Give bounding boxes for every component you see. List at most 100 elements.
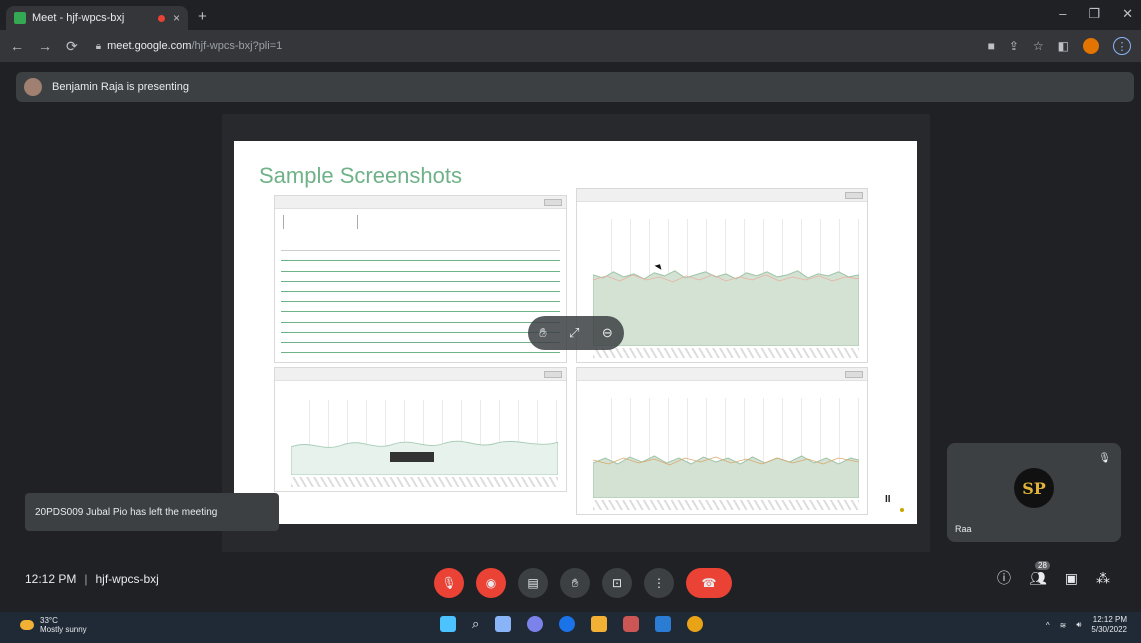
lock-icon: 🔒︎ <box>95 40 102 52</box>
weather-widget[interactable]: 33°C Mostly sunny <box>20 616 87 634</box>
participant-tile[interactable]: 🎙︎ SP Raa <box>947 443 1121 542</box>
system-tray: ^ ≋ 🔊︎ 12:12 PM 5/30/2022 <box>1046 615 1127 635</box>
profile-avatar[interactable] <box>1083 38 1099 54</box>
fullscreen-icon[interactable]: ⤢ <box>569 325 579 341</box>
more-options-button[interactable]: ⋮ <box>644 568 674 598</box>
mail-icon[interactable] <box>655 616 672 632</box>
task-view-icon[interactable] <box>495 616 512 632</box>
leave-call-button[interactable]: ☎︎ <box>686 568 732 598</box>
people-button[interactable]: 👥︎ 28 <box>1029 560 1050 587</box>
meeting-details-icon[interactable]: ⓘ <box>997 568 1011 588</box>
panel-kv <box>275 209 566 235</box>
address-bar[interactable]: 🔒︎ meet.google.com /hjf-wpcs-bxj?pli=1 <box>96 35 283 57</box>
camera-indicator-icon[interactable]: ■ <box>988 39 995 53</box>
chrome-icon[interactable] <box>687 616 704 632</box>
present-button[interactable]: ⊡ <box>602 568 632 598</box>
panel-list <box>275 241 566 354</box>
volume-icon[interactable]: 🔊︎ <box>1076 620 1081 630</box>
presentation-controls: ✋︎ ⤢ ⊖ <box>528 316 624 350</box>
new-tab-button[interactable]: + <box>198 8 207 25</box>
list-row <box>281 323 560 333</box>
chart-tooltip <box>390 452 434 462</box>
more-options-icon[interactable]: ⊖ <box>602 325 613 341</box>
mic-off-icon: 🎙︎ <box>441 576 457 590</box>
panel-header-button <box>845 191 863 199</box>
panel-header <box>577 368 867 381</box>
taskbar-apps: ⌕ <box>440 616 704 632</box>
forward-button[interactable]: → <box>38 38 52 54</box>
clock-time: 12:12 PM <box>1092 615 1127 624</box>
list-row <box>281 282 560 292</box>
phone-hangup-icon: ☎︎ <box>701 576 717 590</box>
panel-header <box>275 368 566 381</box>
meeting-time: 12:12 PM <box>25 572 77 586</box>
separator: | <box>84 572 88 586</box>
people-icon: 👥︎ <box>1029 569 1047 586</box>
tray-chevron-icon[interactable]: ^ <box>1046 621 1050 630</box>
participant-avatar: SP <box>1014 468 1054 508</box>
taskbar-clock[interactable]: 12:12 PM 5/30/2022 <box>1091 615 1127 635</box>
list-row <box>281 343 560 354</box>
maximize-button[interactable]: ❐ <box>1088 6 1100 22</box>
list-row <box>281 261 560 272</box>
file-explorer-icon[interactable] <box>591 616 608 632</box>
area-chart-svg <box>592 270 860 347</box>
mic-muted-icon: 🎙︎ <box>1098 453 1111 464</box>
meeting-info: 12:12 PM | hjf-wpcs-bxj <box>25 572 159 586</box>
chart-axis-hatch <box>593 500 859 510</box>
menu-icon[interactable]: ⋮ <box>1113 37 1131 55</box>
camera-off-icon: ◉ <box>485 576 497 590</box>
search-icon[interactable]: ⌕ <box>472 616 479 632</box>
kv-cell <box>283 215 287 229</box>
close-window-button[interactable]: ✕ <box>1122 6 1133 22</box>
share-icon[interactable]: ⇪ <box>1009 39 1019 53</box>
list-row <box>281 292 560 303</box>
windows-start-icon[interactable] <box>440 616 456 632</box>
more-vert-icon: ⋮ <box>653 576 665 590</box>
url-path: /hjf-wpcs-bxj?pli=1 <box>191 40 283 52</box>
area-series <box>592 270 860 347</box>
presenting-text: Benjamin Raja is presenting <box>52 81 189 93</box>
pause-icon[interactable]: II <box>885 494 891 505</box>
kv-cell <box>357 215 361 229</box>
toast-text: 20PDS009 Jubal Pio has left the meeting <box>35 506 218 518</box>
list-row <box>281 312 560 323</box>
call-controls: 🎙︎ ◉ ▤ ✋︎ ⊡ ⋮ ☎︎ <box>434 568 732 598</box>
panel-header-button <box>544 198 562 206</box>
captions-icon: ▤ <box>527 576 539 590</box>
chart-axis-hatch <box>291 477 558 487</box>
wifi-icon[interactable]: ≋ <box>1060 621 1067 630</box>
list-row <box>281 272 560 282</box>
close-tab-icon[interactable]: × <box>173 11 180 25</box>
clock-date: 5/30/2022 <box>1091 625 1127 634</box>
tab-title: Meet - hjf-wpcs-bxj <box>32 12 125 24</box>
extensions-icon[interactable]: ◧ <box>1058 39 1069 53</box>
panel-header <box>275 196 566 209</box>
present-icon: ⊡ <box>611 576 623 590</box>
reload-button[interactable]: ⟳ <box>66 38 78 55</box>
recording-icon <box>157 14 165 22</box>
bookmark-star-icon[interactable]: ☆ <box>1033 39 1044 53</box>
list-row <box>281 241 560 252</box>
panel-header-button <box>544 370 562 378</box>
pin-icon[interactable]: ✋︎ <box>539 325 546 341</box>
list-row <box>281 251 560 262</box>
captions-button[interactable]: ▤ <box>518 568 548 598</box>
minimize-button[interactable]: ‒ <box>1059 6 1066 22</box>
browser-tabbar: Meet - hjf-wpcs-bxj × + ‒ ❐ ✕ <box>0 0 1141 30</box>
camera-toggle-button[interactable]: ◉ <box>476 568 506 598</box>
chat-icon[interactable]: ▣ <box>1065 570 1078 587</box>
activities-icon[interactable]: ⁂ <box>1096 570 1110 587</box>
raise-hand-button[interactable]: ✋︎ <box>560 568 590 598</box>
area-chart <box>592 219 860 347</box>
edge-icon[interactable] <box>559 616 576 632</box>
chat-app-icon[interactable] <box>527 616 544 632</box>
hand-icon: ✋︎ <box>571 575 579 590</box>
meet-favicon-icon <box>14 12 26 24</box>
browser-tab[interactable]: Meet - hjf-wpcs-bxj × <box>6 6 188 30</box>
back-button[interactable]: ← <box>10 38 24 54</box>
store-icon[interactable] <box>623 616 640 632</box>
people-count-badge: 28 <box>1035 560 1050 570</box>
participant-name: Raa <box>955 524 972 534</box>
mic-toggle-button[interactable]: 🎙︎ <box>434 568 464 598</box>
